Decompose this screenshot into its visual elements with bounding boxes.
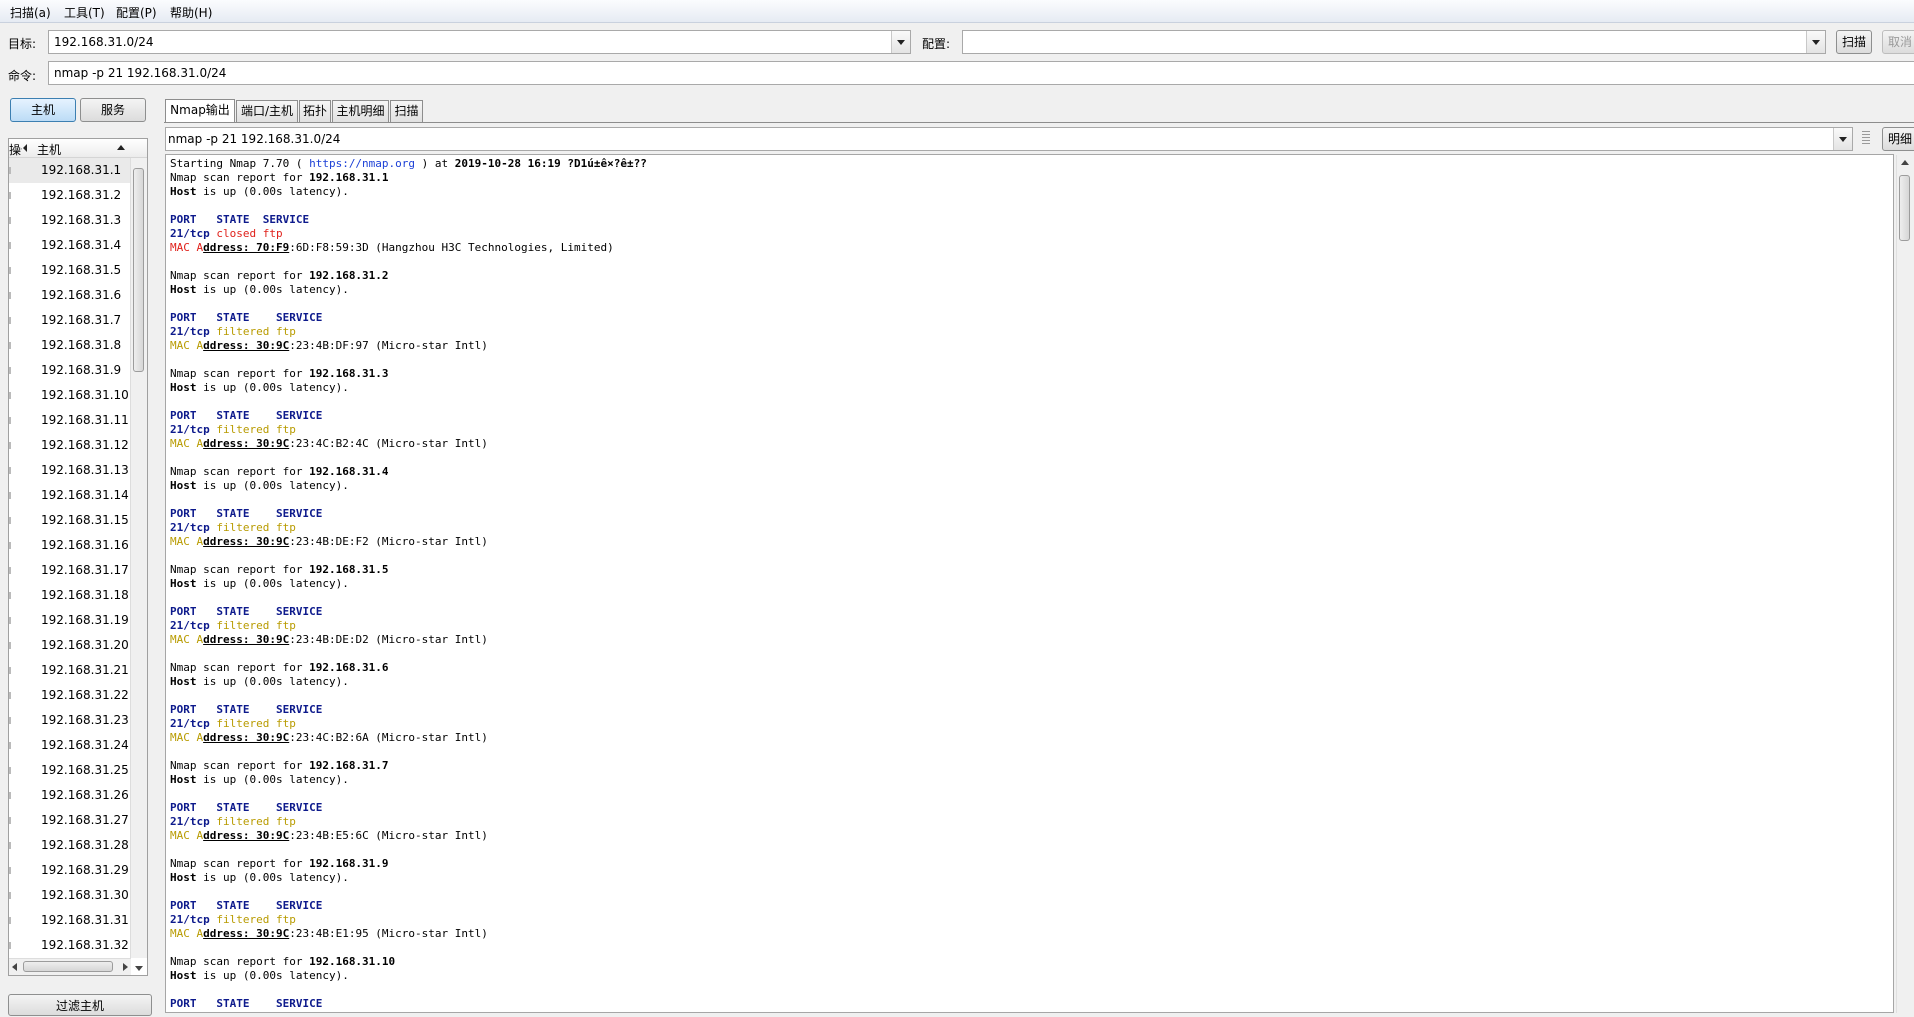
host-list-item[interactable]: 192.168.31.16 (9, 533, 131, 558)
os-column-header[interactable]: 操作 (9, 141, 22, 158)
host-list-item[interactable]: 192.168.31.22 (9, 683, 131, 708)
menu-scan[interactable]: 扫描(a) (10, 4, 51, 21)
target-dropdown-icon[interactable] (891, 31, 910, 53)
host-list-item[interactable]: 192.168.31.30 (9, 883, 131, 908)
host-list-item[interactable]: 192.168.31.25 (9, 758, 131, 783)
hscroll-right-icon[interactable] (123, 963, 128, 971)
host-list-item[interactable]: 192.168.31.10 (9, 383, 131, 408)
scan-button[interactable]: 扫描 (1836, 30, 1872, 54)
host-list-item[interactable]: 192.168.31.24 (9, 733, 131, 758)
host-list-item[interactable]: 192.168.31.32 (9, 933, 131, 958)
grip-icon (1862, 131, 1870, 145)
host-list-hscroll-thumb[interactable] (23, 961, 113, 972)
profile-combo[interactable] (962, 30, 1826, 54)
sort-asc-icon[interactable] (117, 145, 125, 150)
host-list-item[interactable]: 192.168.31.3 (9, 208, 131, 233)
host-list-item[interactable]: 192.168.31.5 (9, 258, 131, 283)
profile-dropdown-icon[interactable] (1806, 31, 1825, 53)
details-button[interactable]: 明细 (1882, 127, 1914, 151)
tab-host-details[interactable]: 主机明细 (332, 100, 389, 122)
menu-tools[interactable]: 工具(T) (64, 4, 105, 21)
menu-bar: 扫描(a) 工具(T) 配置(P) 帮助(H) (0, 0, 1914, 23)
output-scroll-up-icon[interactable] (1901, 160, 1909, 165)
cancel-button[interactable]: 取消 (1882, 30, 1914, 54)
host-list-item[interactable]: 192.168.31.15 (9, 508, 131, 533)
host-column-header[interactable]: 主机 (37, 141, 61, 158)
host-list-item[interactable]: 192.168.31.13 (9, 458, 131, 483)
host-list-item[interactable]: 192.168.31.21 (9, 658, 131, 683)
host-list-item[interactable]: 192.168.31.28 (9, 833, 131, 858)
output-vscroll-thumb[interactable] (1899, 175, 1910, 241)
host-list-item[interactable]: 192.168.31.7 (9, 308, 131, 333)
host-list-item[interactable]: 192.168.31.31 (9, 908, 131, 933)
host-list-item[interactable]: 192.168.31.8 (9, 333, 131, 358)
host-list-vscroll-thumb[interactable] (133, 168, 144, 372)
hscroll-left-icon[interactable] (12, 963, 17, 971)
menu-help[interactable]: 帮助(H) (170, 4, 212, 21)
output-vscrollbar[interactable] (1896, 155, 1913, 1013)
host-list-item[interactable]: 192.168.31.29 (9, 858, 131, 883)
host-list-item[interactable]: 192.168.31.9 (9, 358, 131, 383)
host-list-item[interactable]: 192.168.31.14 (9, 483, 131, 508)
host-list-item[interactable]: 192.168.31.4 (9, 233, 131, 258)
host-list-item[interactable]: 192.168.31.18 (9, 583, 131, 608)
output-selector-dropdown-icon[interactable] (1833, 128, 1852, 150)
host-list: 192.168.31.1 192.168.31.2 192.168.31.3 192.… (9, 158, 131, 983)
menu-profile[interactable]: 配置(P) (116, 4, 157, 21)
target-label: 目标: (8, 37, 37, 51)
host-list-hscrollbar[interactable] (9, 958, 131, 975)
tab-topology[interactable]: 拓扑 (299, 100, 331, 122)
host-list-panel: 操作 主机 192.168.31.1192.168.31.2192.168.31… (8, 138, 148, 977)
output-selector-value[interactable]: nmap -p 21 192.168.31.0/24 (168, 132, 340, 146)
host-list-item[interactable]: 192.168.31.19 (9, 608, 131, 633)
tab-nmap-output[interactable]: Nmap输出 (165, 99, 235, 123)
command-input[interactable]: nmap -p 21 192.168.31.0/24 (48, 61, 1914, 85)
target-value[interactable]: 192.168.31.0/24 (54, 35, 153, 49)
nmap-output-text: Starting Nmap 7.70 ( https://nmap.org ) … (170, 157, 647, 1010)
scroll-down-icon[interactable] (135, 966, 143, 971)
command-label: 命令: (8, 69, 37, 83)
host-list-item[interactable]: 192.168.31.17 (9, 558, 131, 583)
host-list-item[interactable]: 192.168.31.23 (9, 708, 131, 733)
host-list-item[interactable]: 192.168.31.20 (9, 633, 131, 658)
output-selector[interactable]: nmap -p 21 192.168.31.0/24 (165, 127, 1853, 151)
services-button[interactable]: 服务 (80, 98, 146, 122)
nmap-output-area[interactable]: Starting Nmap 7.70 ( https://nmap.org ) … (165, 154, 1894, 1013)
scroll-left-icon (23, 144, 27, 152)
tab-ports-hosts[interactable]: 端口/主机 (236, 100, 298, 122)
hosts-button[interactable]: 主机 (10, 98, 76, 122)
host-list-item[interactable]: 192.168.31.6 (9, 283, 131, 308)
host-list-item[interactable]: 192.168.31.1 (9, 158, 131, 183)
host-list-item[interactable]: 192.168.31.2 (9, 183, 131, 208)
host-list-vscrollbar[interactable] (130, 158, 147, 971)
host-list-header: 操作 主机 (9, 139, 147, 158)
target-combo[interactable]: 192.168.31.0/24 (48, 30, 911, 54)
command-value[interactable]: nmap -p 21 192.168.31.0/24 (54, 66, 226, 80)
host-list-item[interactable]: 192.168.31.11 (9, 408, 131, 433)
profile-label: 配置: (922, 37, 951, 51)
host-list-item[interactable]: 192.168.31.27 (9, 808, 131, 833)
host-list-item[interactable]: 192.168.31.12 (9, 433, 131, 458)
tab-scans[interactable]: 扫描 (390, 100, 423, 122)
host-list-item[interactable]: 192.168.31.26 (9, 783, 131, 808)
